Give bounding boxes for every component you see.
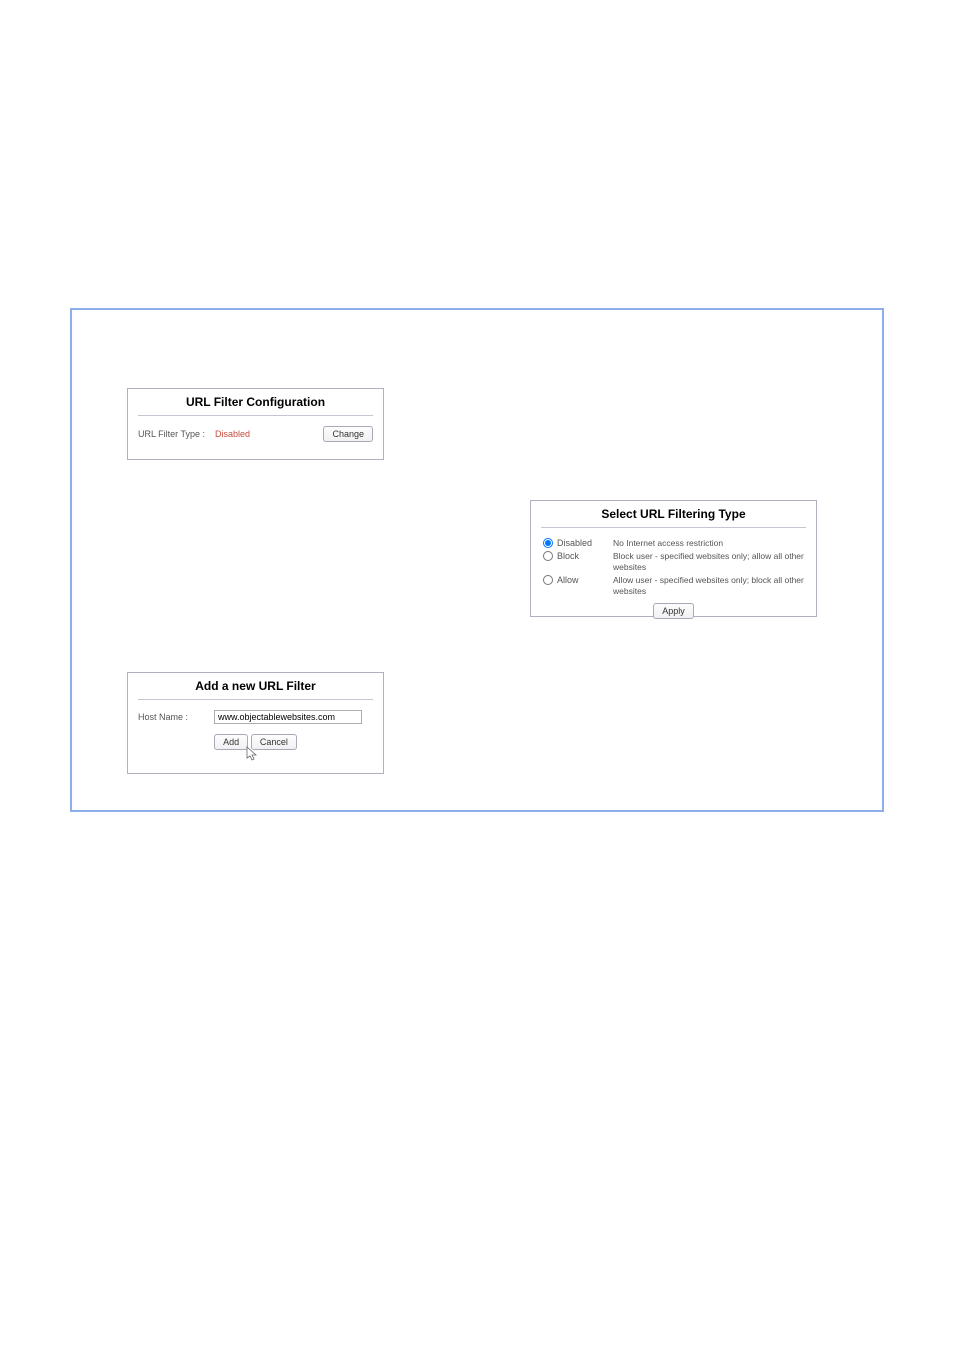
url-filter-config-title: URL Filter Configuration — [128, 389, 383, 415]
url-filter-type-value: Disabled — [215, 429, 313, 439]
add-url-filter-title: Add a new URL Filter — [128, 673, 383, 699]
host-name-input[interactable] — [214, 710, 362, 724]
url-filter-config-panel: URL Filter Configuration URL Filter Type… — [127, 388, 384, 460]
filter-option-disabled-row: Disabled No Internet access restriction — [543, 538, 804, 549]
url-filter-type-row: URL Filter Type : Disabled Change — [128, 426, 383, 450]
document-frame: URL Filter Configuration URL Filter Type… — [70, 308, 884, 812]
divider — [138, 415, 373, 416]
filter-option-block-radio[interactable] — [543, 551, 553, 561]
filter-option-block-row: Block Block user - specified websites on… — [543, 551, 804, 573]
filter-option-allow[interactable]: Allow — [543, 575, 613, 585]
filter-option-allow-radio[interactable] — [543, 575, 553, 585]
divider — [541, 527, 806, 528]
apply-row: Apply — [543, 603, 804, 619]
filter-option-disabled-radio[interactable] — [543, 538, 553, 548]
filter-option-allow-desc: Allow user - specified websites only; bl… — [613, 575, 804, 597]
filter-option-allow-row: Allow Allow user - specified websites on… — [543, 575, 804, 597]
filter-option-block-label: Block — [557, 551, 579, 561]
host-name-row: Host Name : — [128, 710, 383, 730]
host-name-label: Host Name : — [138, 712, 206, 722]
cancel-button[interactable]: Cancel — [251, 734, 297, 750]
select-url-filtering-type-panel: Select URL Filtering Type Disabled No In… — [530, 500, 817, 617]
select-url-filtering-type-title: Select URL Filtering Type — [531, 501, 816, 527]
filter-option-disabled-desc: No Internet access restriction — [613, 538, 804, 549]
filter-option-block[interactable]: Block — [543, 551, 613, 561]
filter-type-options: Disabled No Internet access restriction … — [531, 538, 816, 619]
change-button[interactable]: Change — [323, 426, 373, 442]
filter-option-disabled-label: Disabled — [557, 538, 592, 548]
filter-option-allow-label: Allow — [557, 575, 579, 585]
apply-button[interactable]: Apply — [653, 603, 694, 619]
add-cancel-row: Add Cancel — [128, 730, 383, 750]
add-url-filter-panel: Add a new URL Filter Host Name : Add Can… — [127, 672, 384, 774]
url-filter-type-label: URL Filter Type : — [138, 429, 205, 439]
filter-option-disabled[interactable]: Disabled — [543, 538, 613, 548]
filter-option-block-desc: Block user - specified websites only; al… — [613, 551, 804, 573]
divider — [138, 699, 373, 700]
add-button[interactable]: Add — [214, 734, 248, 750]
